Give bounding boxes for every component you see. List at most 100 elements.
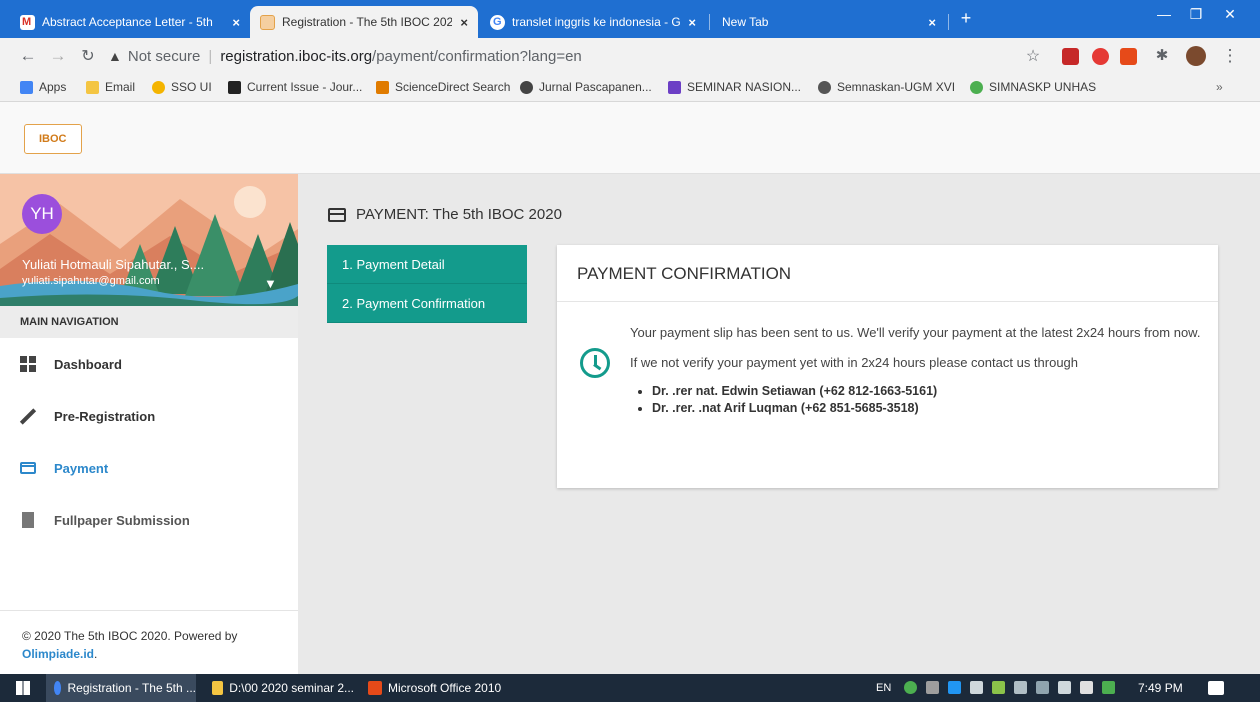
bookmark-label: SSO UI [171,80,212,94]
profile-name: Yuliati Hotmauli Sipahutar., S.... [22,257,205,272]
wifi-icon[interactable] [1036,681,1049,694]
url-divider: | [208,47,213,65]
card-title: PAYMENT CONFIRMATION [557,245,1218,302]
address-bar[interactable]: ▲ Not secure | registration.iboc-its.org… [108,43,1108,69]
back-arrow-icon[interactable]: ← [18,46,38,66]
tab-title: translet inggris ke indonesia - Go [512,15,681,29]
semnaskan-icon [818,80,831,94]
bookmark-email[interactable]: Email [86,80,135,94]
tab-separator [709,14,710,30]
maximize-button[interactable]: ❐ [1182,6,1210,23]
nav-item-fullpaper-submission[interactable]: Fullpaper Submission [0,494,298,546]
clock-time[interactable]: 7:49 PM [1130,674,1183,702]
simnaskp-icon [970,80,983,94]
browser-tab-registration[interactable]: Registration - The 5th IBOC 2020 × [250,6,478,38]
avatar[interactable]: YH [22,194,62,234]
tray-app-icon[interactable] [948,681,961,694]
chrome-icon [54,681,62,695]
close-tab-icon[interactable]: × [928,15,936,30]
sidebar-footer: © 2020 The 5th IBOC 2020. Powered by Oli… [0,610,298,674]
browser-tab-new[interactable]: New Tab × [712,6,946,38]
nav-label: Dashboard [54,356,122,372]
minimize-button[interactable]: — [1150,6,1178,22]
close-tab-icon[interactable]: × [232,15,240,30]
step-payment-confirmation[interactable]: 2. Payment Confirmation [327,284,527,323]
nav-item-dashboard[interactable]: Dashboard [0,338,298,390]
reload-icon[interactable]: ↻ [78,46,98,66]
forward-arrow-icon[interactable]: → [48,46,68,66]
copyright-text: © 2020 The 5th IBOC 2020. Powered by [22,629,238,643]
menu-kebab-icon[interactable]: ⋮ [1220,46,1240,66]
taskbar-label: D:\00 2020 seminar 2... [229,681,354,695]
nvidia-icon[interactable] [1102,681,1115,694]
nav-item-pre-registration[interactable]: Pre-Registration [0,390,298,442]
tray-app-icon[interactable] [992,681,1005,694]
olimpiade-link[interactable]: Olimpiade.id [22,647,94,661]
dashboard-icon [20,356,36,372]
bookmark-label: Apps [39,80,67,94]
browser-tab-bar: M Abstract Acceptance Letter - 5th × Reg… [0,0,1260,38]
tray-app-icon[interactable] [926,681,939,694]
bookmarks-bar: Apps Email SSO UI Current Issue - Jour..… [0,74,1260,102]
usb-icon[interactable] [1014,681,1027,694]
journal-icon [228,80,241,94]
extensions-puzzle-icon[interactable]: ✱ [1152,46,1172,64]
close-tab-icon[interactable]: × [460,15,468,30]
volume-icon[interactable] [1058,681,1071,694]
browser-tab-gmail[interactable]: M Abstract Acceptance Letter - 5th × [10,6,250,38]
page-title: PAYMENT: The 5th IBOC 2020 [328,206,562,223]
battery-icon[interactable] [1080,681,1093,694]
shield-icon[interactable] [904,681,917,694]
taskbar-item-office[interactable]: Microsoft Office 2010 [360,674,510,702]
close-window-button[interactable]: ✕ [1216,6,1244,23]
form-icon [668,80,681,94]
network-icon[interactable] [970,681,983,694]
payment-steps: 1. Payment Detail 2. Payment Confirmatio… [327,245,527,323]
chevron-down-icon[interactable]: ▼ [264,276,277,291]
bookmark-sciencedirect[interactable]: ScienceDirect Search [376,80,510,94]
iboc-favicon [260,14,275,30]
bookmark-current-issue[interactable]: Current Issue - Jour... [228,80,362,94]
contact-item: Dr. .rer. .nat Arif Luqman (+62 851-5685… [652,400,1205,417]
mendeley-extension-icon[interactable] [1120,48,1137,65]
bookmark-apps[interactable]: Apps [20,80,66,94]
main-content: PAYMENT: The 5th IBOC 2020 1. Payment De… [298,174,1260,674]
bookmarks-overflow-button[interactable]: » [1216,80,1223,94]
bookmark-label: Current Issue - Jour... [247,80,363,94]
bookmark-seminar-nasion[interactable]: SEMINAR NASION... [668,80,801,94]
windows-taskbar: Registration - The 5th ... D:\00 2020 se… [0,674,1260,702]
windows-start-icon[interactable] [8,674,38,702]
notifications-icon[interactable] [1208,681,1224,695]
clock-icon [580,348,610,378]
nav-label: Fullpaper Submission [54,512,190,528]
taskbar-item-explorer[interactable]: D:\00 2020 seminar 2... [204,674,354,702]
footer-period: . [94,647,98,661]
language-indicator[interactable]: EN [868,674,891,702]
message-sent-text: Your payment slip has been sent to us. W… [630,325,1201,340]
iboc-logo[interactable]: IBOC [24,124,82,154]
windows-logo-icon [16,681,30,695]
sidebar: YH Yuliati Hotmauli Sipahutar., S.... yu… [0,174,298,674]
opera-extension-icon[interactable] [1092,48,1109,65]
site-header: IBOC [0,102,1260,174]
bookmark-simnaskp[interactable]: SIMNASKP UNHAS [970,80,1096,94]
google-icon: G [490,14,505,30]
browser-tab-google[interactable]: G translet inggris ke indonesia - Go × [480,6,706,38]
bookmark-semnaskan[interactable]: Semnaskan-UGM XVI [818,80,955,94]
profile-avatar-icon[interactable] [1186,46,1206,66]
url-host: registration.iboc-its.org [220,47,373,65]
nav-item-payment[interactable]: Payment [0,442,298,494]
pdf-extension-icon[interactable] [1062,48,1079,65]
tab-separator [948,14,949,30]
close-tab-icon[interactable]: × [688,15,696,30]
step-payment-detail[interactable]: 1. Payment Detail [327,245,527,284]
taskbar-item-chrome[interactable]: Registration - The 5th ... [46,674,196,702]
new-tab-button[interactable]: + [952,8,980,29]
bookmark-sso-ui[interactable]: SSO UI [152,80,212,94]
nav-label: Pre-Registration [54,408,156,424]
taskbar-label: Microsoft Office 2010 [388,681,502,695]
bookmark-label: Jurnal Pascapanen... [539,80,652,94]
bookmark-star-icon[interactable]: ☆ [1023,46,1043,66]
bookmark-jurnal-pascapanen[interactable]: Jurnal Pascapanen... [520,80,652,94]
contact-list: Dr. .rer nat. Edwin Setiawan (+62 812-16… [652,383,1205,417]
